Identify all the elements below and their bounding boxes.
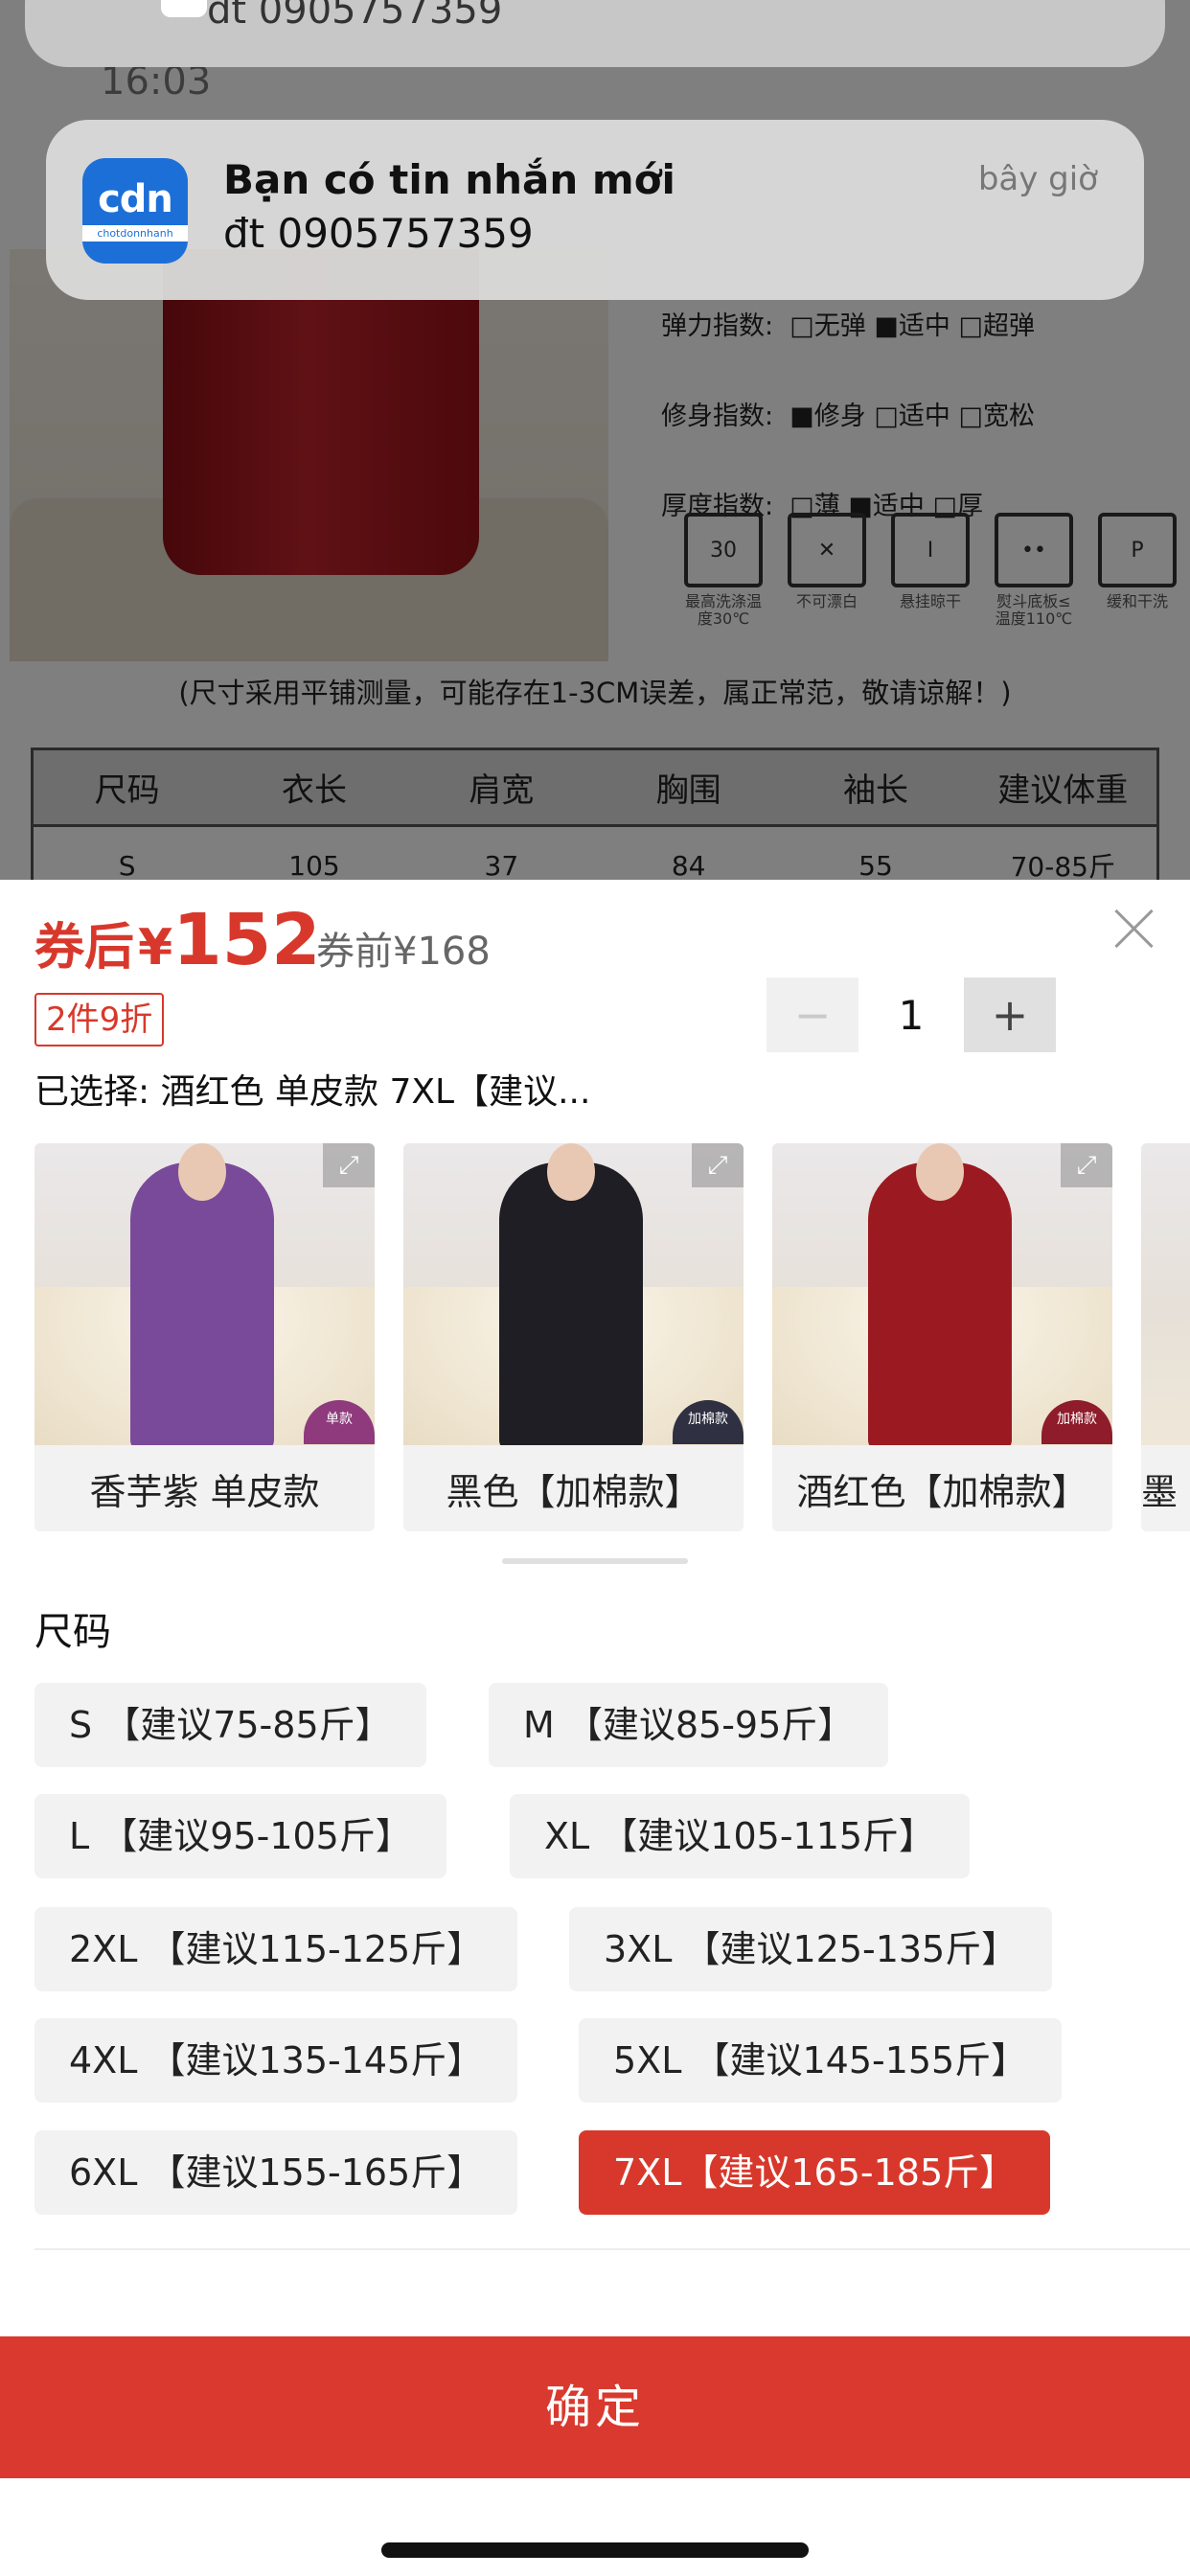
chotdonnhanh-app-icon: cdn chotdonnhanh	[82, 158, 188, 264]
variant-photo	[1141, 1143, 1190, 1445]
variant-option[interactable]: ⤢ 加棉款 酒红色【加棉款】	[772, 1143, 1112, 1531]
variant-photo	[403, 1143, 744, 1445]
size-option-xl[interactable]: XL 【建议105-115斤】	[510, 1794, 971, 1878]
sku-selector-sheet: 券后 ¥ 152 券前¥168 2件9折 − 1 + 已选择: 酒红色 单皮款 …	[0, 880, 1190, 2576]
price-after-label: 券后	[34, 919, 135, 977]
size-option-6xl[interactable]: 6XL 【建议155-165斤】	[34, 2130, 518, 2215]
variant-label: 酒红色【加棉款】	[796, 1470, 1088, 1513]
size-option-l[interactable]: L 【建议95-105斤】	[34, 1794, 446, 1878]
size-option-m[interactable]: M 【建议85-95斤】	[489, 1683, 889, 1767]
notification-time: bây giờ	[977, 160, 1098, 198]
price-before-coupon: 券前¥168	[316, 930, 491, 974]
increase-button[interactable]: +	[964, 978, 1056, 1052]
notification-title: Bạn có tin nhắn mới	[223, 156, 675, 203]
size-option-5xl[interactable]: 5XL 【建议145-155斤】	[579, 2018, 1063, 2103]
expand-icon[interactable]: ⤢	[692, 1143, 744, 1187]
expand-icon[interactable]: ⤢	[1061, 1143, 1112, 1187]
divider	[34, 2248, 1190, 2250]
selected-summary: 已选择: 酒红色 单皮款 7XL【建议...	[34, 1072, 591, 1112]
quantity-value[interactable]: 1	[858, 992, 964, 1039]
variant-option[interactable]: 墨	[1141, 1143, 1190, 1531]
size-option-s[interactable]: S 【建议75-85斤】	[34, 1683, 426, 1767]
notification-stacked-text: đt 0905757359	[207, 0, 503, 33]
size-option-2xl[interactable]: 2XL 【建议115-125斤】	[34, 1907, 518, 1991]
notification-stacked[interactable]: đt 0905757359	[25, 0, 1165, 67]
notification-body: đt 0905757359	[223, 210, 534, 257]
home-indicator[interactable]	[381, 2542, 809, 2558]
size-option-7xl[interactable]: 7XL【建议165-185斤】	[579, 2130, 1051, 2215]
variant-photo	[34, 1143, 375, 1445]
decrease-button[interactable]: −	[767, 978, 858, 1052]
variant-option[interactable]: ⤢ 单款 香芋紫 单皮款	[34, 1143, 375, 1531]
app-logo-sub: chotdonnhanh	[82, 225, 188, 242]
variant-label: 黑色【加棉款】	[446, 1470, 701, 1513]
app-icon	[161, 0, 207, 17]
variant-option[interactable]: ⤢ 加棉款 黑色【加棉款】	[403, 1143, 744, 1531]
app-logo-text: cdn	[98, 177, 173, 221]
confirm-button[interactable]: 确定	[0, 2336, 1190, 2478]
carousel-scroll-indicator	[502, 1558, 688, 1564]
variant-label: 墨	[1141, 1470, 1179, 1513]
variant-label: 香芋紫 单皮款	[89, 1470, 320, 1513]
close-icon[interactable]	[1111, 907, 1156, 951]
price-after-value: 152	[172, 899, 321, 981]
expand-icon[interactable]: ⤢	[323, 1143, 375, 1187]
currency-symbol: ¥	[138, 919, 173, 977]
notification-banner[interactable]: cdn chotdonnhanh Bạn có tin nhắn mới đt …	[46, 120, 1144, 300]
size-option-3xl[interactable]: 3XL 【建议125-135斤】	[569, 1907, 1053, 1991]
quantity-stepper: − 1 +	[767, 978, 1056, 1052]
price-after-coupon: 券后 ¥ 152	[34, 899, 321, 981]
variant-photo	[772, 1143, 1112, 1445]
size-section-title: 尺码	[34, 1610, 111, 1654]
variant-list: ⤢ 单款 香芋紫 单皮款 ⤢ 加棉款 黑色【加棉款】 ⤢ 加棉款 酒红色【加棉款…	[34, 1143, 1190, 1531]
promo-badge: 2件9折	[34, 993, 165, 1046]
size-option-4xl[interactable]: 4XL 【建议135-145斤】	[34, 2018, 518, 2103]
screen: 弹力指数: □无弹 ■适中 □超弹 修身指数: ■修身 □适中 □宽松 厚度指数…	[0, 0, 1190, 2576]
